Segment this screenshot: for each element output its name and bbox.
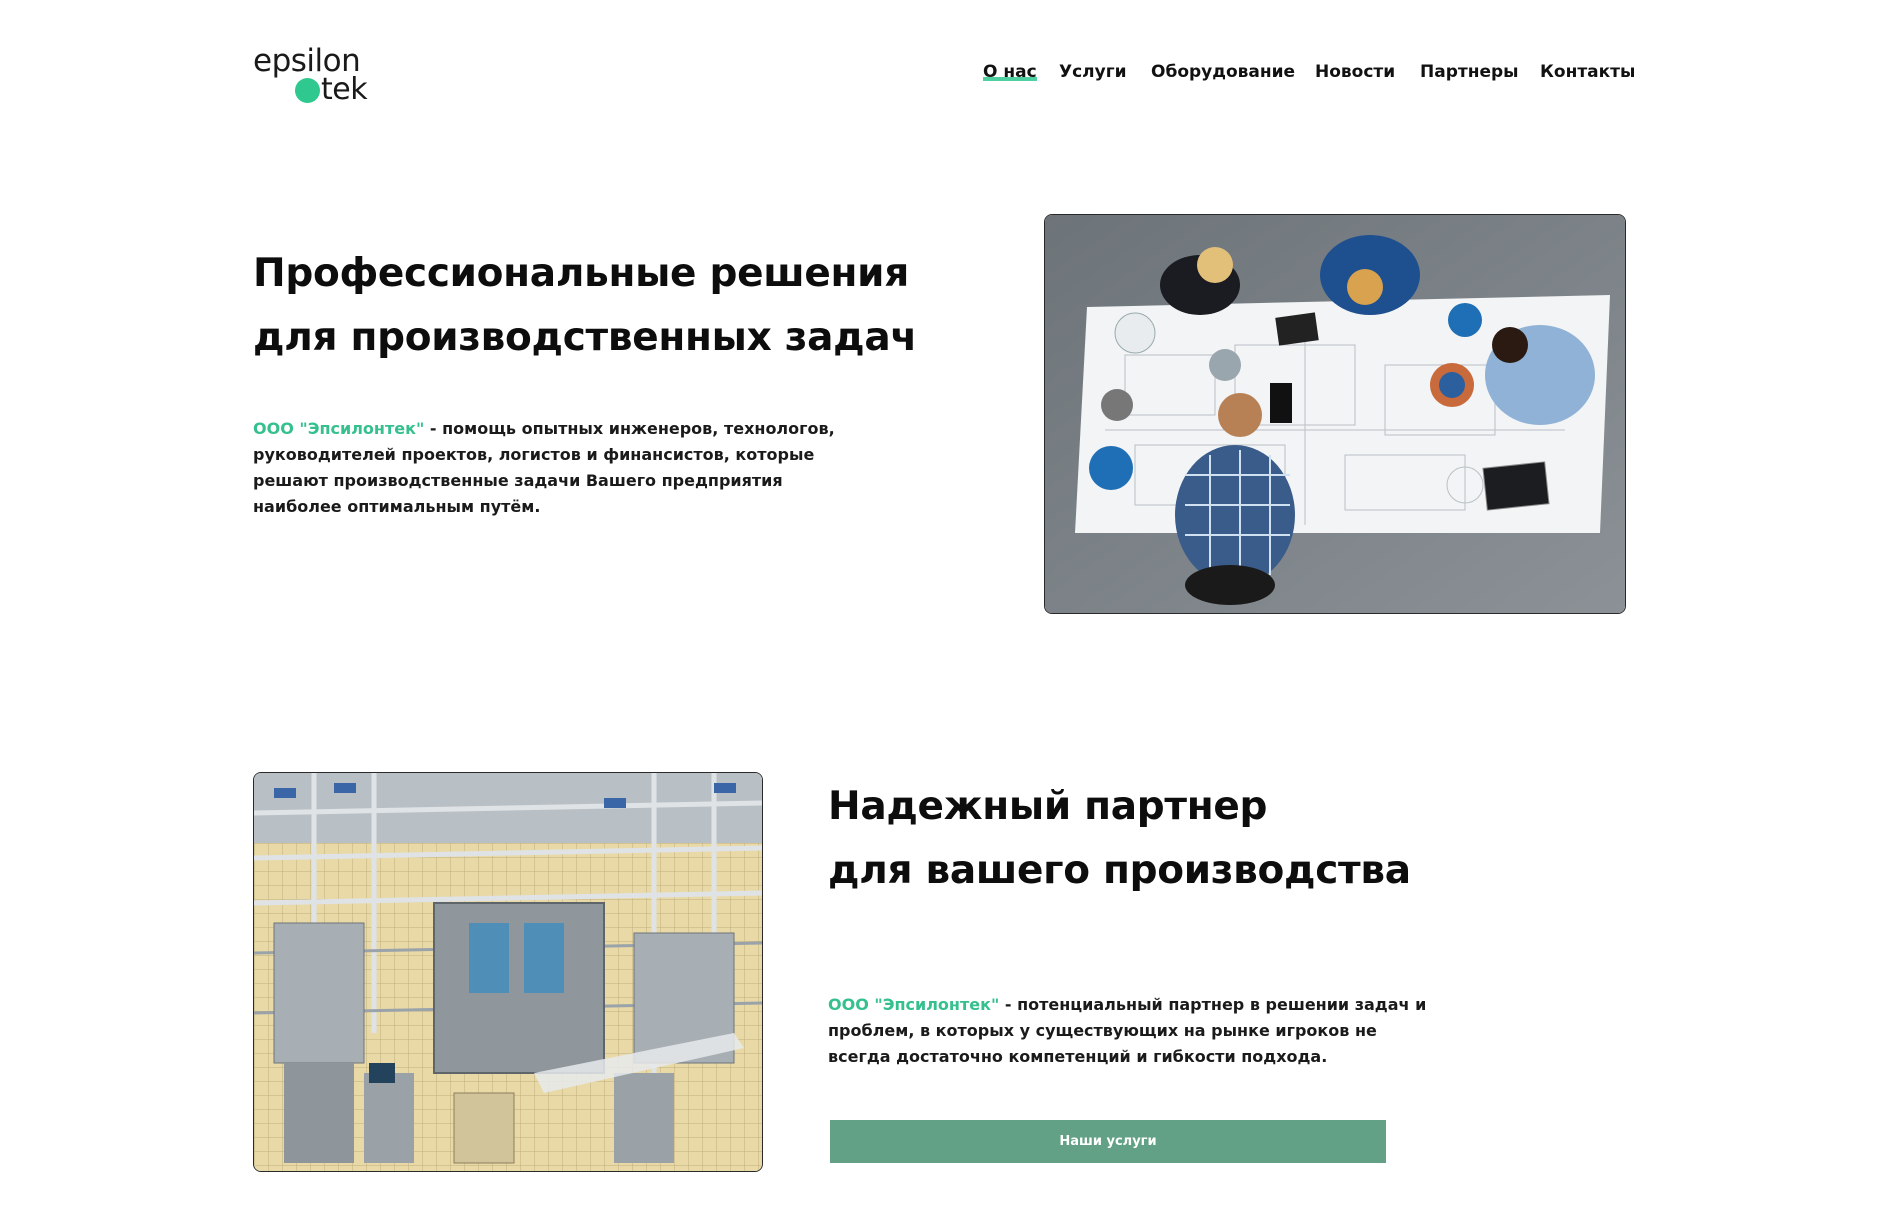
partner-title-line2: для вашего производства: [828, 848, 1411, 893]
nav-item-partners[interactable]: Партнеры: [1420, 60, 1519, 84]
partner-title-line1: Надежный партнер: [828, 784, 1268, 829]
nav-item-services[interactable]: Услуги: [1059, 60, 1127, 84]
nav-item-equipment[interactable]: Оборудование: [1151, 60, 1295, 84]
factory-image: [253, 772, 763, 1172]
partner-title: Надежный партнер для вашего производства: [828, 775, 1411, 903]
factory-photo-illustration: [254, 773, 762, 1171]
partner-description: ООО "Эпсилонтек" - потенциальный партнер…: [828, 992, 1428, 1070]
logo-dot-icon: [295, 78, 320, 103]
hero-company-name: ООО "Эпсилонтек": [253, 419, 425, 438]
nav-item-news[interactable]: Новости: [1315, 60, 1395, 84]
our-services-button[interactable]: Наши услуги: [830, 1120, 1386, 1163]
logo-text-bottom: tek: [321, 72, 368, 107]
logo[interactable]: epsilon tek: [253, 44, 373, 107]
hero-image-engineers: [1044, 214, 1626, 614]
hero-title-line2: для производственных задач: [253, 315, 917, 360]
nav-item-contacts[interactable]: Контакты: [1540, 60, 1635, 84]
engineers-photo-illustration: [1045, 215, 1625, 613]
hero-title: Профессиональные решения для производств…: [253, 242, 917, 370]
hero-description: ООО "Эпсилонтек" - помощь опытных инжене…: [253, 416, 853, 520]
nav-item-about[interactable]: О нас: [983, 60, 1037, 84]
partner-company-name: ООО "Эпсилонтек": [828, 995, 1000, 1014]
hero-title-line1: Профессиональные решения: [253, 251, 909, 296]
